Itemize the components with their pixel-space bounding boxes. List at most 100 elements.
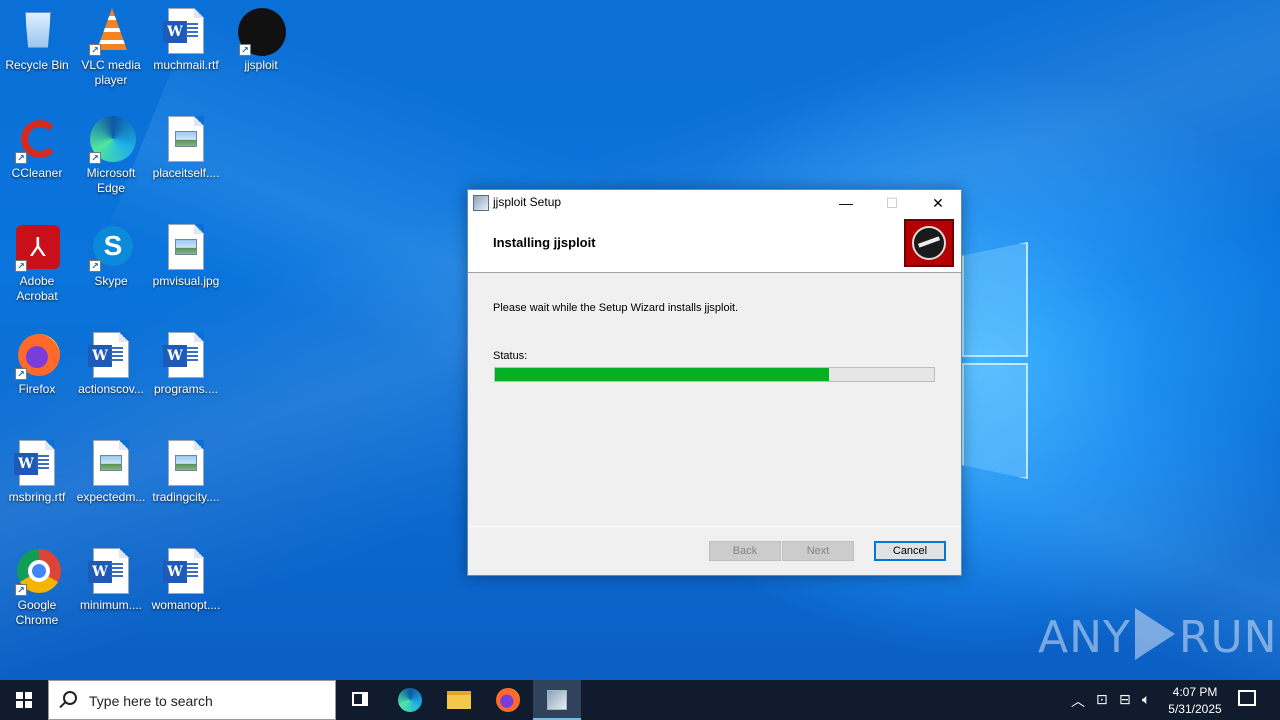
- firefox-icon: [496, 688, 520, 712]
- desktop-icon-label: Adobe Acrobat: [16, 274, 58, 303]
- watermark-right: RUN: [1178, 612, 1278, 663]
- jjsploit-logo-icon: [904, 219, 954, 267]
- image-file-icon: [162, 116, 210, 164]
- task-view-icon: [352, 692, 368, 706]
- desktop-icon-label: Recycle Bin: [5, 58, 69, 72]
- installer-icon: [547, 690, 567, 710]
- search-box[interactable]: Type here to search: [48, 680, 336, 720]
- word-document-icon: W: [87, 332, 135, 380]
- minimize-button[interactable]: —: [823, 190, 869, 216]
- windows-logo-pane: [962, 242, 1028, 357]
- desktop-icon-label: VLC media player: [81, 58, 141, 87]
- desktop-icon-microsoft-edge[interactable]: ↗ Microsoft Edge: [74, 116, 148, 196]
- desktop-icon-google-chrome[interactable]: ↗ Google Chrome: [0, 548, 74, 628]
- dialog-header: Installing jjsploit: [468, 216, 961, 273]
- image-file-icon: [162, 440, 210, 488]
- taskbar: Type here to search ︿ ⊡ ⊟ 🔈︎ 4:07 PM 5/3…: [0, 680, 1280, 720]
- desktop-icon-placeitself[interactable]: placeitself....: [149, 116, 223, 181]
- word-document-icon: W: [87, 548, 135, 596]
- ccleaner-icon: ↗: [13, 116, 61, 164]
- taskbar-file-explorer-button[interactable]: [435, 680, 483, 720]
- desktop-icon-label: jjsploit: [244, 58, 278, 72]
- desktop-icon-jjsploit[interactable]: ↗ jjsploit: [224, 8, 298, 73]
- desktop-icon-actionscov[interactable]: W actionscov...: [74, 332, 148, 397]
- taskbar-setup-button[interactable]: [533, 680, 581, 720]
- desktop-icon-pmvisual[interactable]: pmvisual.jpg: [149, 224, 223, 289]
- clock-date[interactable]: 5/31/2025: [1166, 702, 1224, 716]
- word-document-icon: W: [162, 548, 210, 596]
- notifications-icon[interactable]: [1238, 690, 1256, 706]
- desktop-icon-label: tradingcity....: [152, 490, 220, 504]
- desktop-icon-msbring[interactable]: W msbring.rtf: [0, 440, 74, 505]
- start-button[interactable]: [0, 680, 48, 720]
- word-document-icon: W: [162, 8, 210, 56]
- shortcut-arrow-icon: ↗: [89, 152, 101, 164]
- image-file-icon: [87, 440, 135, 488]
- page-title: Installing jjsploit: [493, 235, 596, 250]
- desktop-icon-label: placeitself....: [152, 166, 220, 180]
- back-button[interactable]: Back: [709, 541, 781, 561]
- word-document-icon: W: [13, 440, 61, 488]
- shortcut-arrow-icon: ↗: [15, 368, 27, 380]
- adobe-acrobat-icon: ⅄ ↗: [13, 224, 61, 272]
- cancel-button[interactable]: Cancel: [874, 541, 946, 561]
- skype-icon: S ↗: [87, 224, 135, 272]
- close-button[interactable]: ✕: [915, 190, 961, 216]
- edge-icon: [398, 688, 422, 712]
- maximize-button: ☐: [885, 195, 899, 211]
- desktop-icon-programs[interactable]: W programs....: [149, 332, 223, 397]
- search-placeholder: Type here to search: [89, 693, 213, 709]
- desktop-icon-vlc[interactable]: ↗ VLC media player: [74, 8, 148, 88]
- desktop-icon-label: Microsoft Edge: [86, 166, 136, 195]
- next-button[interactable]: Next: [782, 541, 854, 561]
- desktop-icon-tradingcity[interactable]: tradingcity....: [149, 440, 223, 505]
- info-text: Please wait while the Setup Wizard insta…: [493, 302, 739, 314]
- shortcut-arrow-icon: ↗: [239, 44, 251, 56]
- desktop-icon-expectedm[interactable]: expectedm...: [74, 440, 148, 505]
- desktop-icon-label: expectedm...: [76, 490, 146, 504]
- play-icon: [1134, 608, 1175, 660]
- desktop-icon-adobe-acrobat[interactable]: ⅄ ↗ Adobe Acrobat: [0, 224, 74, 304]
- network-icon[interactable]: ⊟: [1119, 691, 1131, 708]
- watermark: ANY RUN: [1038, 608, 1278, 663]
- footer-divider: [468, 526, 961, 527]
- dialog-titlebar[interactable]: jjsploit Setup — ☐ ✕: [468, 190, 961, 216]
- desktop-icon-label: pmvisual.jpg: [152, 274, 220, 288]
- desktop-icon-firefox[interactable]: ↗ Firefox: [0, 332, 74, 397]
- volume-icon[interactable]: 🔈︎: [1142, 691, 1150, 708]
- dialog-title: jjsploit Setup: [493, 195, 562, 209]
- desktop-icon-ccleaner[interactable]: ↗ CCleaner: [0, 116, 74, 181]
- desktop-icon-womanopt[interactable]: W womanopt....: [149, 548, 223, 613]
- desktop-icon-label: minimum....: [79, 598, 142, 612]
- desktop-icon-label: Skype: [94, 274, 128, 288]
- meet-now-icon[interactable]: ⊡: [1096, 691, 1108, 708]
- desktop-icon-minimum[interactable]: W minimum....: [74, 548, 148, 613]
- folder-icon: [447, 691, 471, 709]
- taskbar-firefox-button[interactable]: [484, 680, 532, 720]
- windows-icon: [16, 692, 32, 708]
- windows-logo-pane: [962, 363, 1028, 479]
- task-view-button[interactable]: [336, 680, 384, 720]
- clock-time[interactable]: 4:07 PM: [1172, 685, 1218, 699]
- watermark-left: ANY: [1038, 612, 1131, 663]
- image-file-icon: [162, 224, 210, 272]
- word-document-icon: W: [162, 332, 210, 380]
- desktop-icon-recycle-bin[interactable]: Recycle Bin: [0, 8, 74, 73]
- desktop-icon-skype[interactable]: S ↗ Skype: [74, 224, 148, 289]
- vlc-cone-icon: ↗: [87, 8, 135, 56]
- desktop-icon-label: programs....: [153, 382, 219, 396]
- edge-icon: ↗: [87, 116, 136, 164]
- shortcut-arrow-icon: ↗: [89, 260, 101, 272]
- desktop-icon-label: msbring.rtf: [8, 490, 66, 504]
- status-label: Status:: [493, 350, 528, 362]
- install-progress-bar: [494, 367, 935, 382]
- show-hidden-icons-chevron-icon[interactable]: ︿: [1071, 691, 1085, 711]
- taskbar-edge-button[interactable]: [386, 680, 434, 720]
- jjsploit-icon: ↗: [237, 8, 286, 56]
- shortcut-arrow-icon: ↗: [89, 44, 101, 56]
- chrome-icon: ↗: [13, 548, 61, 596]
- progress-fill: [495, 368, 829, 381]
- desktop-icon-label: CCleaner: [11, 166, 63, 180]
- desktop-icon-muchmail[interactable]: W muchmail.rtf: [149, 8, 223, 73]
- search-icon: [63, 691, 77, 705]
